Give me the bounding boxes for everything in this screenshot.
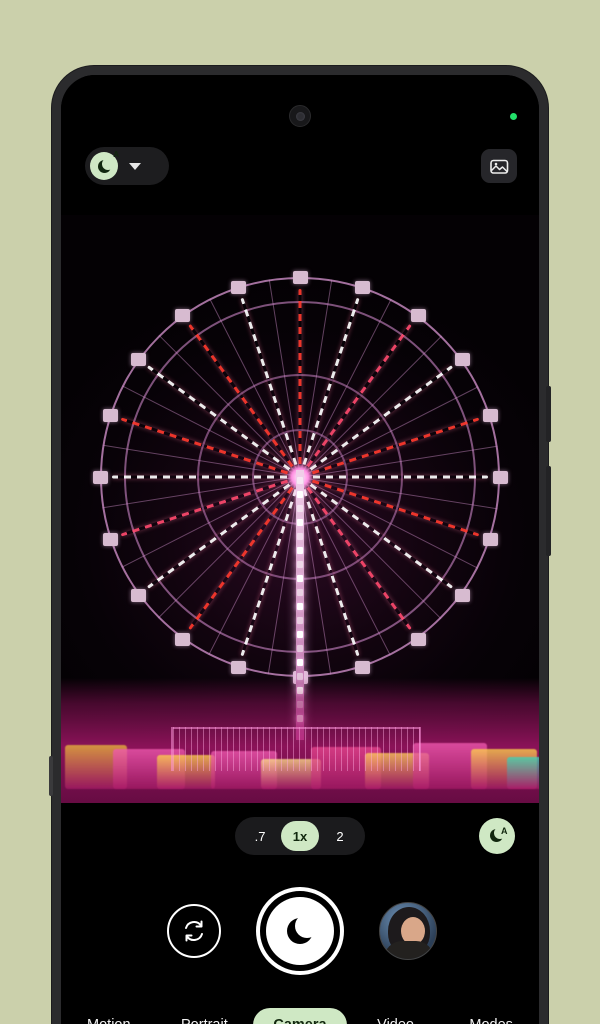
wheel-cabin <box>354 280 370 294</box>
power-button[interactable] <box>546 386 551 442</box>
tab-motion[interactable]: Motion <box>61 1008 157 1024</box>
thumbnail-subject-body <box>384 941 434 959</box>
wheel-spoke <box>298 289 302 477</box>
viewfinder[interactable] <box>61 215 539 803</box>
front-camera-lens <box>295 111 305 121</box>
wheel-cabin <box>454 353 470 367</box>
flip-camera-icon <box>185 920 203 942</box>
tower-light <box>297 575 303 582</box>
tower-light <box>297 519 303 526</box>
wheel-cabin <box>493 471 508 484</box>
wheel-cabin <box>93 471 108 484</box>
wheel-cabin <box>175 632 191 646</box>
night-sight-moon-icon <box>287 914 319 944</box>
wheel-cabin <box>102 409 118 423</box>
camera-mode-tabs: Motion Portrait Camera Video Modes <box>61 993 539 1024</box>
wheel-cabin <box>131 353 147 367</box>
tower-light <box>297 617 303 624</box>
camera-active-indicator <box>510 113 517 120</box>
wheel-cabin <box>102 532 118 546</box>
tower-light <box>297 645 303 652</box>
wheel-cabin <box>483 532 499 546</box>
night-sight-icon: A <box>90 150 119 180</box>
camera-top-bar: A <box>61 75 539 215</box>
tab-portrait[interactable]: Portrait <box>157 1008 253 1024</box>
wheel-cabin <box>454 588 470 602</box>
wheel-cabin <box>175 309 191 323</box>
flip-camera-button[interactable] <box>167 904 221 958</box>
zoom-option-2[interactable]: 2 <box>321 821 359 851</box>
foreground-fence <box>171 727 421 771</box>
gallery-icon[interactable] <box>481 149 517 183</box>
front-camera-icon <box>289 105 311 127</box>
night-sight-chip[interactable]: A <box>85 147 169 185</box>
left-antenna-line <box>49 756 53 796</box>
phone-screen: A .7 1x 2 A <box>61 75 539 1024</box>
wheel-cabin <box>231 661 247 675</box>
tower-light <box>297 491 303 498</box>
shutter-inner <box>266 897 334 965</box>
zoom-selector[interactable]: .7 1x 2 <box>235 817 365 855</box>
shutter-button[interactable] <box>256 887 344 975</box>
tower-light <box>297 533 303 540</box>
wheel-cabin <box>231 280 247 294</box>
carnival-booth <box>507 757 539 789</box>
tab-camera[interactable]: Camera <box>252 1007 348 1024</box>
tower-light <box>297 505 303 512</box>
wheel-cabin <box>410 309 426 323</box>
tower-light <box>297 589 303 596</box>
zoom-bar: .7 1x 2 A <box>61 803 539 869</box>
night-sight-toggle-button[interactable]: A <box>479 818 515 854</box>
wheel-cabin <box>410 632 426 646</box>
phone-device: A .7 1x 2 A <box>49 66 551 1024</box>
wheel-spoke <box>300 475 488 479</box>
screenshot-root: A .7 1x 2 A <box>0 0 600 1024</box>
tower-light <box>297 477 303 484</box>
wheel-cabin <box>293 271 308 284</box>
tower-light <box>297 547 303 554</box>
tab-modes[interactable]: Modes <box>443 1008 539 1024</box>
zoom-option-0[interactable]: .7 <box>241 821 279 851</box>
photo-thumbnail[interactable] <box>379 902 437 960</box>
tower-light <box>297 603 303 610</box>
wheel-cabin <box>354 661 370 675</box>
tower-light <box>297 561 303 568</box>
wheel-cabin <box>131 588 147 602</box>
wheel-spoke <box>112 475 300 479</box>
wheel-cabin <box>483 409 499 423</box>
volume-button[interactable] <box>546 466 551 556</box>
night-sight-icon: A <box>489 826 508 844</box>
tower-light <box>297 659 303 666</box>
shutter-row <box>61 869 539 993</box>
zoom-option-1[interactable]: 1x <box>281 821 319 851</box>
chevron-down-icon[interactable] <box>129 162 141 170</box>
tower-light <box>297 631 303 638</box>
tab-video[interactable]: Video <box>348 1008 444 1024</box>
